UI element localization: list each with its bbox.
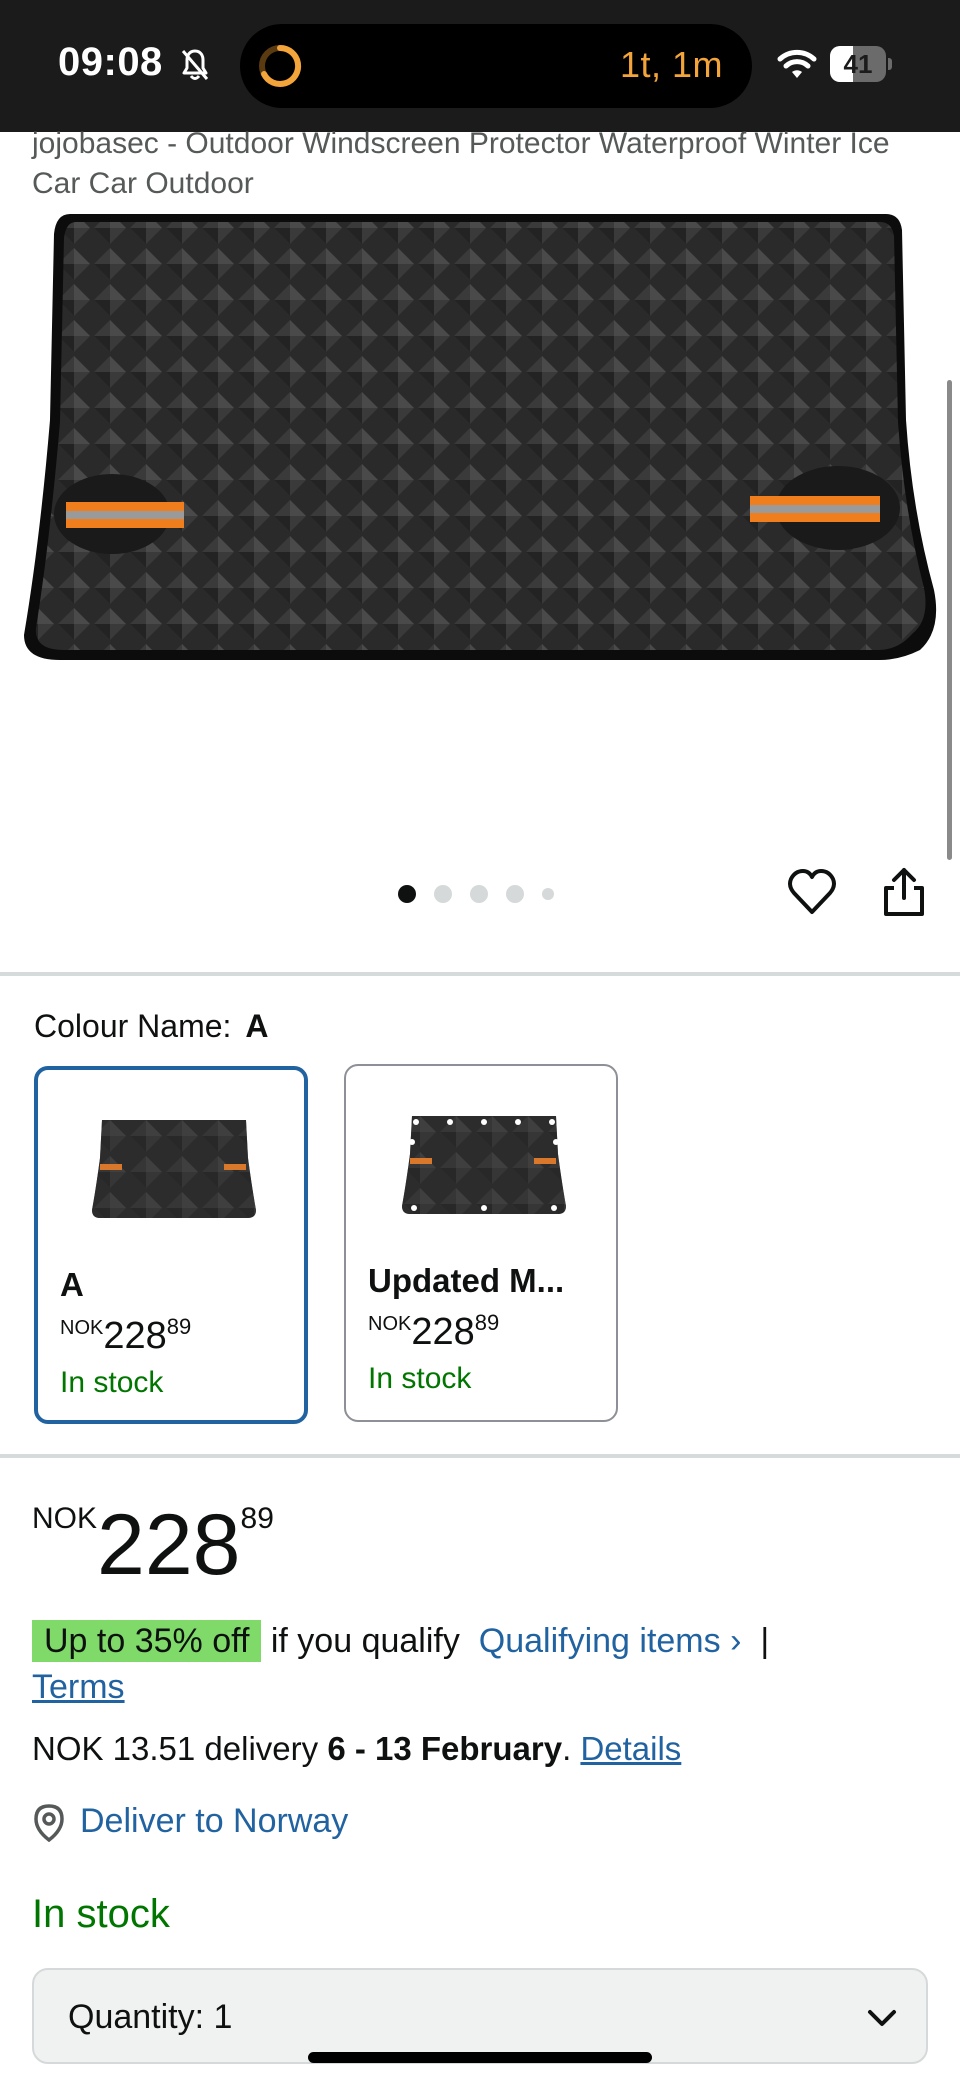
stock-status: In stock (32, 1892, 170, 1936)
price-fraction: 89 (240, 1502, 274, 1535)
image-carousel-dots[interactable] (398, 884, 554, 904)
section-divider (0, 972, 960, 976)
quantity-value: 1 (213, 1998, 233, 2036)
swatch-stock: In stock (60, 1366, 164, 1399)
carousel-dot[interactable] (398, 885, 416, 903)
section-divider (0, 1454, 960, 1458)
carousel-dot[interactable] (506, 885, 524, 903)
page-scrollbar[interactable] (947, 380, 952, 860)
qualifying-items-link[interactable]: Qualifying items › (479, 1622, 742, 1660)
share-icon[interactable] (878, 866, 930, 918)
swatch-name: Updated M... (368, 1262, 565, 1299)
product-title[interactable]: jojobasec - Outdoor Windscreen Protector… (32, 124, 912, 204)
delivery-dates: 6 - 13 February (327, 1730, 563, 1767)
swatch-price: NOK22889 (368, 1310, 499, 1354)
location-pin-icon (34, 1804, 64, 1842)
swatch-price: NOK22889 (60, 1314, 191, 1358)
deal-badge: Up to 35% off (32, 1620, 262, 1662)
product-image[interactable] (20, 210, 940, 810)
bell-muted-icon (181, 49, 209, 80)
status-time: 09:08 (58, 40, 163, 84)
delivery-cost: NOK 13.51 delivery (32, 1730, 319, 1767)
quantity-label: Quantity: 1 (68, 1998, 232, 2037)
price-currency: NOK (60, 1317, 104, 1339)
chevron-down-icon (868, 2010, 896, 2026)
swatch-image (402, 1116, 566, 1214)
colour-label-text: Colour Name: (34, 1008, 232, 1044)
swatch-name: A (60, 1266, 84, 1303)
offer-line: Up to 35% off if you qualify Qualifying … (32, 1618, 932, 1710)
carousel-dot[interactable] (542, 888, 554, 900)
price-whole: 228 (411, 1311, 475, 1353)
quantity-label-text: Quantity: (68, 1998, 205, 2036)
price-currency: NOK (368, 1313, 412, 1335)
battery-level: 41 (843, 49, 873, 79)
swatch-stock: In stock (368, 1362, 472, 1395)
wifi-icon (777, 49, 817, 78)
details-link[interactable]: Details (580, 1730, 681, 1767)
home-indicator[interactable] (308, 2052, 652, 2063)
price-whole: 228 (97, 1497, 241, 1593)
carousel-dot[interactable] (434, 885, 452, 903)
price-fraction: 89 (166, 1314, 192, 1339)
price: NOK22889 (32, 1496, 274, 1595)
battery-icon: 41 (830, 46, 892, 84)
link-separator: | (760, 1622, 770, 1660)
status-bar: 09:08 1t, 1m 41 (0, 0, 960, 132)
deliver-to-link[interactable]: Deliver to Norway (80, 1802, 348, 1841)
delivery-info: NOK 13.51 delivery 6 - 13 February. Deta… (32, 1730, 681, 1768)
qualifying-items-label: Qualifying items (478, 1622, 721, 1660)
offer-text: if you qualify (270, 1622, 460, 1660)
colour-option-updated[interactable]: Updated M... NOK22889 In stock (344, 1064, 618, 1422)
price-whole: 228 (103, 1315, 167, 1357)
terms-link[interactable]: Terms (32, 1668, 125, 1706)
quantity-select[interactable]: Quantity: 1 (32, 1968, 928, 2064)
carousel-dot[interactable] (470, 885, 488, 903)
chevron-right-icon: › (730, 1622, 742, 1660)
price-currency: NOK (32, 1502, 98, 1535)
swatch-image (92, 1120, 256, 1218)
heart-icon[interactable] (786, 866, 838, 918)
timer-ring-icon (259, 44, 302, 87)
colour-option-a[interactable]: A NOK22889 In stock (34, 1066, 308, 1424)
timer-text: 1t, 1m (620, 44, 724, 85)
delivery-punct: . (562, 1730, 572, 1767)
colour-name-label: Colour Name: A (34, 1008, 269, 1045)
price-fraction: 89 (474, 1310, 500, 1335)
selected-colour: A (245, 1008, 269, 1044)
